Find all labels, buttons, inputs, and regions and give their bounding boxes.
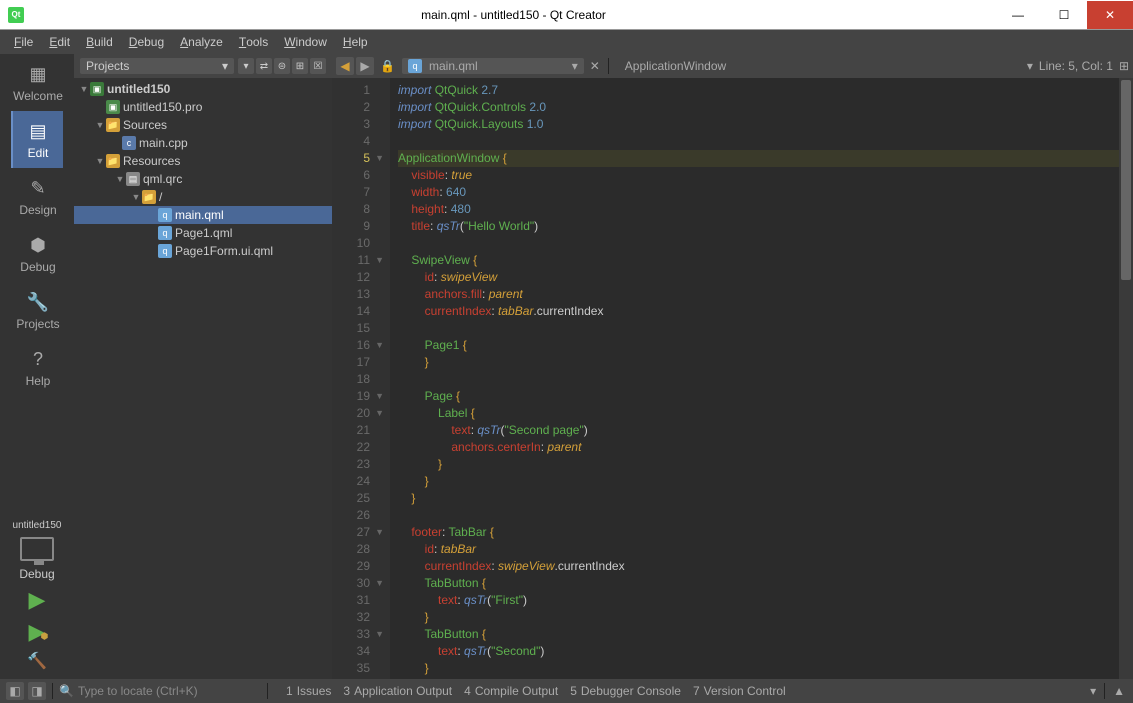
output-tab-version-control[interactable]: 7Version Control xyxy=(693,684,786,698)
nav-forward-button[interactable]: ▶ xyxy=(356,57,374,75)
link-icon[interactable]: ⊜ xyxy=(274,58,290,74)
build-config[interactable]: Debug xyxy=(19,567,54,581)
nav-back-button[interactable]: ◀ xyxy=(336,57,354,75)
output-tab-application-output[interactable]: 3Application Output xyxy=(343,684,452,698)
sync-icon[interactable]: ⇄ xyxy=(256,58,272,74)
editor-filename: main.qml xyxy=(429,59,478,73)
tree-page1form[interactable]: qPage1Form.ui.qml xyxy=(74,242,332,260)
activity-help[interactable]: ?Help xyxy=(11,339,63,396)
output-selector-icon[interactable]: ▾ xyxy=(1090,684,1096,698)
activity-edit[interactable]: ▤Edit xyxy=(11,111,63,168)
debug-run-button[interactable]: ▶⬢ xyxy=(29,619,46,645)
window-titlebar: Qt main.qml - untitled150 - Qt Creator —… xyxy=(0,0,1133,30)
activity-debug[interactable]: ⬢Debug xyxy=(11,225,63,282)
menu-debug[interactable]: Debug xyxy=(121,30,172,54)
menu-edit[interactable]: Edit xyxy=(41,30,78,54)
tree-mainqml[interactable]: qmain.qml xyxy=(74,206,332,224)
design-icon: ✎ xyxy=(26,176,50,200)
toggle-right-sidebar-button[interactable]: ◨ xyxy=(28,682,46,700)
window-title: main.qml - untitled150 - Qt Creator xyxy=(32,8,995,22)
filter-icon[interactable]: ▾ xyxy=(238,58,254,74)
tree-page1[interactable]: qPage1.qml xyxy=(74,224,332,242)
sidebar-view-selector[interactable]: Projects ▾ xyxy=(80,58,234,74)
edit-icon: ▤ xyxy=(26,119,50,143)
activity-bar: ▦Welcome▤Edit✎Design⬢Debug🔧Projects?Help… xyxy=(0,54,74,679)
help-icon: ? xyxy=(26,347,50,371)
editor-area: ◀ ▶ 🔒 q main.qml ▾ ✕ ApplicationWindow ▾… xyxy=(332,54,1133,679)
tree-profile[interactable]: ▣untitled150.pro xyxy=(74,98,332,116)
activity-design[interactable]: ✎Design xyxy=(11,168,63,225)
debug-icon: ⬢ xyxy=(26,233,50,257)
tree-slash-folder[interactable]: ▼📁/ xyxy=(74,188,332,206)
menu-help[interactable]: Help xyxy=(335,30,376,54)
search-icon: 🔍 xyxy=(59,684,74,698)
close-document-icon[interactable]: ✕ xyxy=(590,59,600,73)
menubar: FileEditBuildDebugAnalyzeToolsWindowHelp xyxy=(0,30,1133,54)
tree-maincpp[interactable]: cmain.cpp xyxy=(74,134,332,152)
line-col-indicator[interactable]: Line: 5, Col: 1 xyxy=(1039,59,1113,73)
project-sidebar: Projects ▾ ▾ ⇄ ⊜ ⊞ ☒ ▼▣untitled150 ▣unti… xyxy=(74,54,332,679)
output-tab-debugger-console[interactable]: 5Debugger Console xyxy=(570,684,681,698)
vertical-scrollbar[interactable] xyxy=(1119,78,1133,679)
build-button[interactable]: 🔨 xyxy=(27,651,47,671)
menu-tools[interactable]: Tools xyxy=(231,30,276,54)
output-tab-issues[interactable]: 1Issues xyxy=(286,684,331,698)
tree-resources-folder[interactable]: ▼📁Resources xyxy=(74,152,332,170)
statusbar: ◧ ◨ 🔍 Type to locate (Ctrl+K) 1Issues 3Ap… xyxy=(0,679,1133,703)
menu-window[interactable]: Window xyxy=(276,30,335,54)
editor-symbol-selector[interactable]: ApplicationWindow xyxy=(617,59,1021,73)
run-button[interactable]: ▶ xyxy=(29,587,46,613)
locator-placeholder: Type to locate (Ctrl+K) xyxy=(78,684,198,698)
lock-icon[interactable]: 🔒 xyxy=(380,59,396,73)
project-tree[interactable]: ▼▣untitled150 ▣untitled150.pro ▼📁Sources… xyxy=(74,78,332,679)
dropdown-arrow-icon: ▾ xyxy=(1027,59,1033,73)
menu-file[interactable]: File xyxy=(6,30,41,54)
menu-build[interactable]: Build xyxy=(78,30,121,54)
window-maximize-button[interactable]: ☐ xyxy=(1041,1,1087,29)
editor-file-selector[interactable]: q main.qml ▾ xyxy=(402,58,584,74)
projects-icon: 🔧 xyxy=(26,290,50,314)
qt-app-icon: Qt xyxy=(8,7,24,23)
toggle-sidebar-button[interactable]: ◧ xyxy=(6,682,24,700)
code-editor[interactable]: import QtQuick 2.7import QtQuick.Control… xyxy=(390,78,1133,679)
kit-name[interactable]: untitled150 xyxy=(13,520,62,531)
tree-project[interactable]: ▼▣untitled150 xyxy=(74,80,332,98)
close-pane-icon[interactable]: ☒ xyxy=(310,58,326,74)
dropdown-arrow-icon: ▾ xyxy=(572,59,578,73)
target-selector-icon[interactable] xyxy=(20,537,54,561)
split-icon[interactable]: ⊞ xyxy=(292,58,308,74)
editor-toolbar: ◀ ▶ 🔒 q main.qml ▾ ✕ ApplicationWindow ▾… xyxy=(332,54,1133,78)
split-editor-icon[interactable]: ⊞ xyxy=(1119,59,1129,73)
activity-projects[interactable]: 🔧Projects xyxy=(11,282,63,339)
menu-analyze[interactable]: Analyze xyxy=(172,30,231,54)
tree-sources-folder[interactable]: ▼📁Sources xyxy=(74,116,332,134)
output-tab-compile-output[interactable]: 4Compile Output xyxy=(464,684,558,698)
activity-welcome[interactable]: ▦Welcome xyxy=(11,54,63,111)
qml-file-icon: q xyxy=(408,59,422,73)
dropdown-arrow-icon: ▾ xyxy=(222,59,228,73)
locator-input[interactable]: 🔍 Type to locate (Ctrl+K) xyxy=(59,684,259,698)
tree-qrc[interactable]: ▼▤qml.qrc xyxy=(74,170,332,188)
window-close-button[interactable]: ✕ xyxy=(1087,1,1133,29)
editor-gutter[interactable]: 12345▼67891011▼1213141516▼171819▼20▼2122… xyxy=(332,78,390,679)
welcome-icon: ▦ xyxy=(26,62,50,86)
window-minimize-button[interactable]: — xyxy=(995,1,1041,29)
sidebar-view-label: Projects xyxy=(86,59,129,73)
scroll-up-button[interactable]: ▲ xyxy=(1113,684,1125,698)
